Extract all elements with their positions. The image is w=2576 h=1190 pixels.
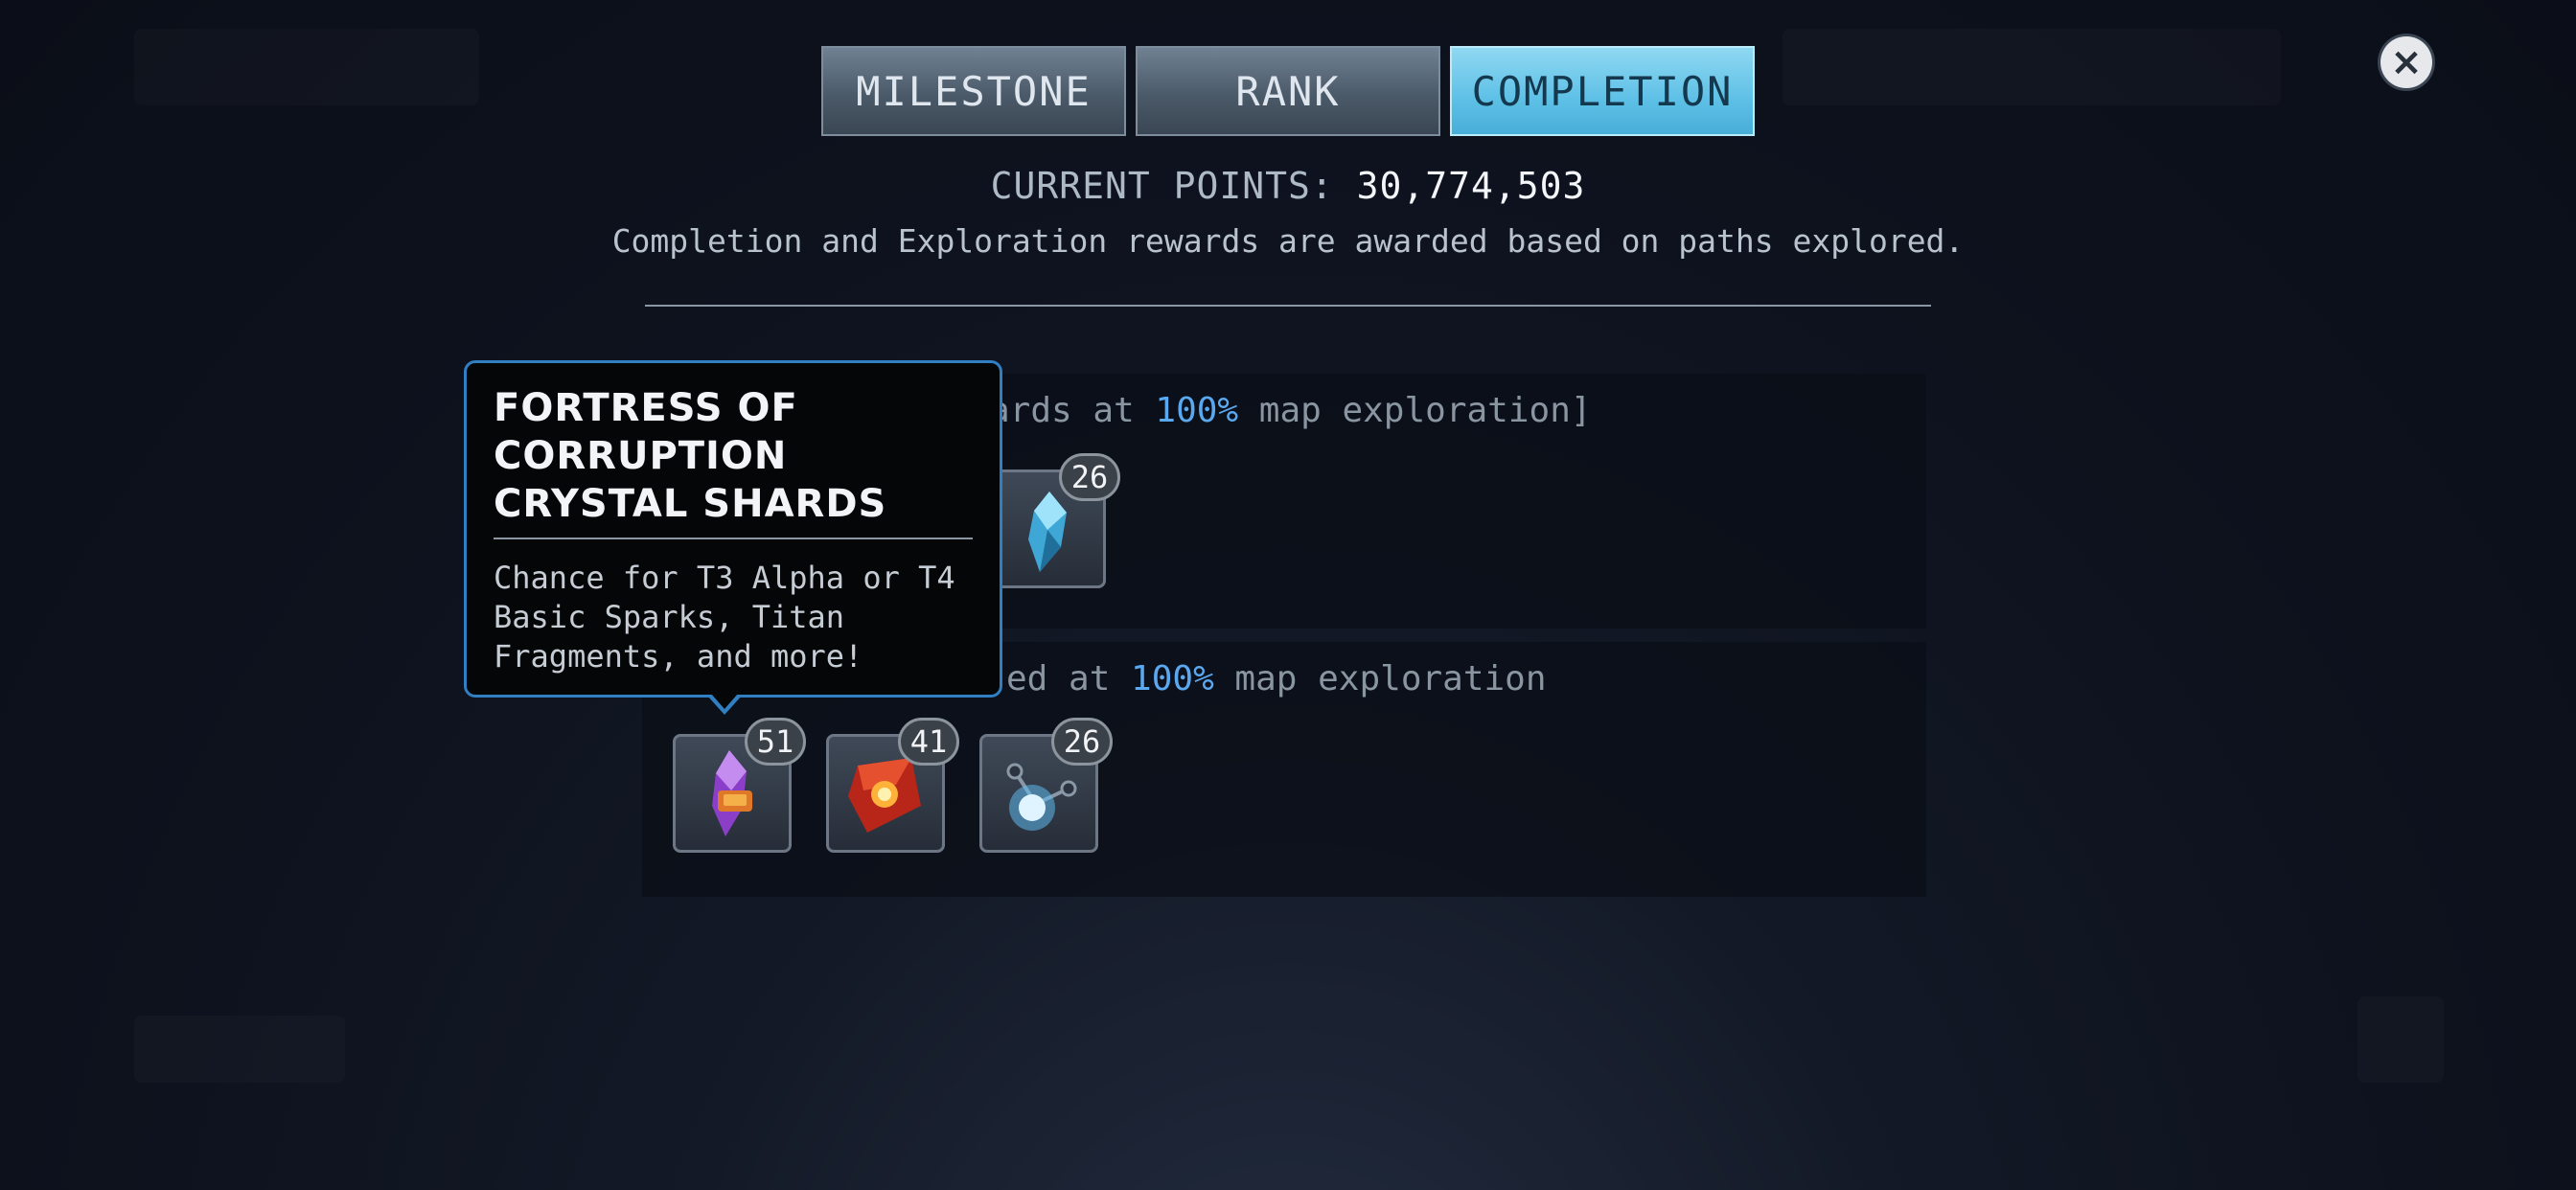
points-label: CURRENT POINTS: bbox=[990, 165, 1334, 207]
item-tooltip: FORTRESS OF CORRUPTION CRYSTAL SHARDS Ch… bbox=[464, 360, 1002, 698]
tooltip-description: Chance for T3 Alpha or T4 Basic Sparks, … bbox=[494, 560, 955, 675]
close-icon: × bbox=[2390, 40, 2423, 84]
item-count-badge: 26 bbox=[1051, 718, 1113, 766]
tab-rank[interactable]: RANK bbox=[1136, 46, 1440, 136]
tab-completion[interactable]: COMPLETION bbox=[1450, 46, 1755, 136]
tab-milestone[interactable]: MILESTONE bbox=[821, 46, 1126, 136]
section-label-prefix: ards at bbox=[989, 391, 1156, 430]
section-label-percent: 100% bbox=[1155, 391, 1239, 430]
tooltip-title: FORTRESS OF CORRUPTION CRYSTAL SHARDS bbox=[494, 386, 887, 526]
section-label-suffix: map exploration bbox=[1213, 659, 1547, 698]
section-label-suffix: map exploration] bbox=[1238, 391, 1592, 430]
item-count-badge: 26 bbox=[1059, 453, 1120, 501]
header-divider bbox=[645, 305, 1931, 307]
close-button[interactable]: × bbox=[2380, 36, 2432, 88]
reward-item[interactable]: 51 bbox=[673, 718, 806, 853]
item-count-badge: 41 bbox=[898, 718, 959, 766]
reward-item[interactable]: 41 bbox=[826, 718, 959, 853]
section-label: ed at 100% map exploration bbox=[1006, 659, 1547, 698]
reward-item[interactable]: 26 bbox=[979, 718, 1113, 853]
item-count-badge: 51 bbox=[745, 718, 806, 766]
points-value: 30,774,503 bbox=[1356, 165, 1586, 207]
rewards-subtitle: Completion and Exploration rewards are a… bbox=[611, 222, 1965, 260]
game-screen: MILESTONE RANK COMPLETION × CURRENT POIN… bbox=[0, 0, 2576, 1190]
tooltip-divider bbox=[494, 538, 973, 539]
current-points: CURRENT POINTS: 30,774,503 bbox=[0, 165, 2576, 207]
section-label: ards at 100% map exploration] bbox=[989, 391, 1592, 430]
section-label-prefix: ed at bbox=[1006, 659, 1132, 698]
tab-bar: MILESTONE RANK COMPLETION bbox=[821, 46, 1755, 136]
tooltip-arrow-inner bbox=[711, 694, 738, 709]
reward-item[interactable]: 26 bbox=[987, 453, 1120, 588]
section-label-percent: 100% bbox=[1131, 659, 1214, 698]
